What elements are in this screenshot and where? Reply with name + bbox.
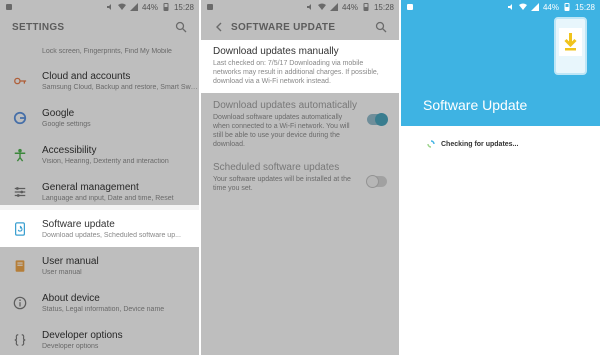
item-title: Google xyxy=(42,107,75,119)
item-subtitle: Last checked on: 7/5/17 Downloading via … xyxy=(213,60,379,85)
item-subtitle: Developer options xyxy=(42,342,99,350)
software-update-app-bar: SOFTWARE UPDATE xyxy=(201,14,399,40)
battery-percent: 44% xyxy=(141,2,158,12)
settings-app-bar: SETTINGS xyxy=(0,14,199,40)
page-title: SETTINGS xyxy=(12,21,65,33)
settings-item-general-management[interactable]: General management Language and input, Da… xyxy=(0,173,199,210)
item-title: About device xyxy=(42,292,100,304)
scheduled-software-updates[interactable]: Scheduled software updates Your software… xyxy=(201,155,399,199)
item-subtitle: Status, Legal information, Device name xyxy=(42,305,165,313)
item-title: Accessibility xyxy=(42,144,97,156)
loading-spinner-icon xyxy=(427,140,435,148)
item-subtitle: Download updates, Scheduled software up.… xyxy=(42,231,181,239)
status-bar: 44% 15:28 xyxy=(401,0,600,14)
item-subtitle: Download software updates automatically … xyxy=(213,114,350,148)
software-update-icon xyxy=(12,221,28,237)
download-updates-manually[interactable]: Download updates manually Last checked o… xyxy=(201,40,399,93)
signal-icon xyxy=(329,3,338,11)
auto-update-toggle[interactable] xyxy=(367,113,388,126)
page-title: SOFTWARE UPDATE xyxy=(231,21,336,33)
item-subtitle: Vision, Hearing, Dexterity and interacti… xyxy=(42,157,169,165)
status-bar: 44% 15:28 xyxy=(201,0,399,14)
software-update-screen: 44% 15:28 SOFTWARE UPDATE Download updat… xyxy=(201,0,399,355)
item-subtitle: User manual xyxy=(42,268,82,276)
sliders-icon xyxy=(12,184,28,200)
item-title: Software update xyxy=(42,218,115,230)
signal-icon xyxy=(530,3,539,11)
back-arrow-icon[interactable] xyxy=(213,21,225,33)
item-title: Download updates manually xyxy=(213,46,339,57)
settings-item-accessibility[interactable]: Accessibility Vision, Hearing, Dexterity … xyxy=(0,136,199,173)
page-title: Software Update xyxy=(423,97,528,113)
status-bar: 44% 15:28 xyxy=(0,0,199,14)
settings-screen: 44% 15:28 SETTINGS Lock screen, Fingerpr… xyxy=(0,0,199,355)
settings-item-about-device[interactable]: About device Status, Legal information, D… xyxy=(0,284,199,321)
wifi-icon xyxy=(117,3,126,11)
item-title: Cloud and accounts xyxy=(42,70,131,82)
battery-icon xyxy=(362,3,370,11)
item-subtitle: Samsung Cloud, Backup and restore, Smart… xyxy=(42,83,199,91)
item-title: Scheduled software updates xyxy=(213,162,340,173)
battery-icon xyxy=(563,3,571,11)
item-title: Download updates automatically xyxy=(213,100,357,111)
search-icon[interactable] xyxy=(175,21,187,33)
key-icon xyxy=(12,73,28,89)
clock: 15:28 xyxy=(373,2,394,12)
download-updates-automatically[interactable]: Download updates automatically Download … xyxy=(201,93,399,155)
mute-icon xyxy=(106,3,114,11)
accessibility-icon xyxy=(12,147,28,163)
checking-status: Checking for updates... xyxy=(427,140,518,148)
wifi-icon xyxy=(518,3,527,11)
checking-text: Checking for updates... xyxy=(441,140,519,148)
phone-download-icon xyxy=(554,17,587,75)
info-icon xyxy=(12,295,28,311)
item-subtitle: Language and input, Date and time, Reset xyxy=(42,194,174,202)
battery-percent: 44% xyxy=(341,2,358,12)
update-header: 44% 15:28 Software Update xyxy=(401,0,600,126)
item-title: Developer options xyxy=(42,329,123,341)
item-subtitle: Google settings xyxy=(42,120,91,128)
settings-item-software-update[interactable]: Software update Download updates, Schedul… xyxy=(0,210,199,247)
signal-icon xyxy=(129,3,138,11)
item-title: User manual xyxy=(42,255,99,267)
item-title: General management xyxy=(42,181,139,193)
battery-icon xyxy=(162,3,170,11)
wifi-icon xyxy=(317,3,326,11)
settings-item-user-manual[interactable]: User manual User manual xyxy=(0,247,199,284)
clock: 15:28 xyxy=(173,2,194,12)
google-icon xyxy=(12,110,28,126)
settings-item-lock-screen[interactable]: Lock screen, Fingerprints, Find My Mobil… xyxy=(0,40,199,62)
settings-item-cloud-accounts[interactable]: Cloud and accounts Samsung Cloud, Backup … xyxy=(0,62,199,99)
battery-percent: 44% xyxy=(542,2,559,12)
item-subtitle: Your software updates will be installed … xyxy=(213,176,351,192)
scheduled-update-toggle[interactable] xyxy=(366,175,387,188)
mute-icon xyxy=(306,3,314,11)
notification-icon xyxy=(406,3,414,11)
settings-item-google[interactable]: Google Google settings xyxy=(0,99,199,136)
search-icon[interactable] xyxy=(375,21,387,33)
clock: 15:28 xyxy=(574,2,595,12)
notification-icon xyxy=(5,3,13,11)
notification-icon xyxy=(206,3,214,11)
book-icon xyxy=(12,258,28,274)
mute-icon xyxy=(507,3,515,11)
item-subtitle: Lock screen, Fingerprints, Find My Mobil… xyxy=(42,47,172,55)
settings-item-developer-options[interactable]: Developer options Developer options xyxy=(0,321,199,355)
braces-icon xyxy=(12,332,28,348)
update-check-screen: 44% 15:28 Software Update Checking for u… xyxy=(401,0,600,355)
